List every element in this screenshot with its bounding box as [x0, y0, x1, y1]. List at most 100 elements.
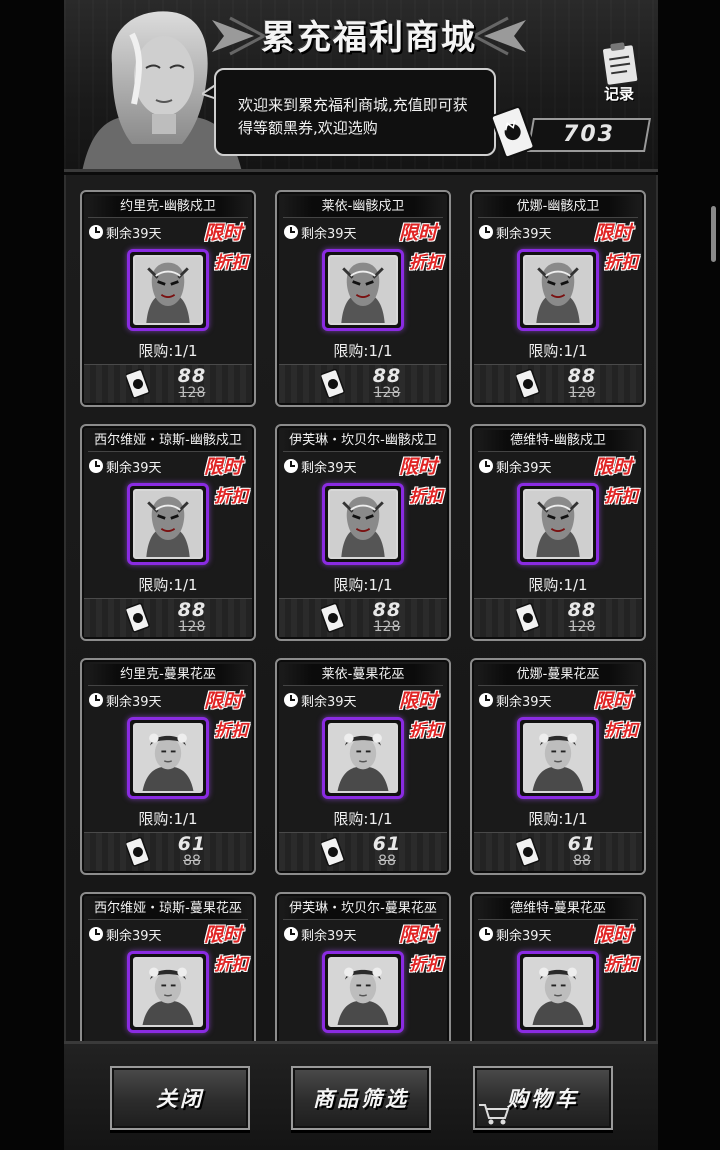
- limited-time-tag: 限时: [398, 222, 437, 244]
- footer-bar: 关闭 商品筛选 购物车: [64, 1041, 658, 1150]
- welcome-speech-bubble: 欢迎来到累充福利商城,充值即可获得等额黑券,欢迎选购: [214, 68, 496, 156]
- discounted-price: 88: [372, 365, 402, 387]
- item-portrait-frame[interactable]: [127, 483, 209, 565]
- time-remaining: 剩余39天: [283, 456, 357, 476]
- time-remaining-text: 剩余39天: [496, 226, 552, 242]
- time-remaining-text: 剩余39天: [106, 460, 162, 476]
- clock-icon: [89, 693, 103, 707]
- item-portrait: [523, 723, 593, 793]
- time-remaining-text: 剩余39天: [106, 226, 162, 242]
- cart-button[interactable]: 购物车: [473, 1066, 613, 1130]
- product-card[interactable]: 优娜-幽骸戍卫 剩余39天 限时 折扣 限购:1/1 88 128: [470, 190, 646, 407]
- price-bar[interactable]: 61 88: [84, 832, 252, 871]
- product-name: 西尔维娅・琼斯-蔓果花巫: [88, 898, 248, 920]
- product-card[interactable]: 约里克-幽骸戍卫 剩余39天 限时 折扣 限购:1/1 88 128: [80, 190, 256, 407]
- limited-time-tag: 限时: [398, 924, 437, 946]
- product-card[interactable]: 西尔维娅・琼斯-蔓果花巫剩余39天限时折扣限购:1/16188: [80, 892, 256, 1041]
- time-remaining: 剩余39天: [478, 456, 552, 476]
- product-card[interactable]: 莱依-幽骸戍卫 剩余39天 限时 折扣 限购:1/1 88 128: [275, 190, 451, 407]
- black-ticket-icon: [126, 603, 150, 633]
- product-name: 德维特-蔓果花巫: [478, 898, 638, 920]
- item-portrait-frame[interactable]: [517, 717, 599, 799]
- time-remaining-text: 剩余39天: [301, 226, 357, 242]
- item-portrait: [523, 255, 593, 325]
- balance-value: 703: [563, 122, 615, 147]
- black-ticket-icon: [321, 603, 345, 633]
- item-portrait-frame[interactable]: [517, 483, 599, 565]
- item-portrait: [328, 957, 398, 1027]
- time-remaining: 剩余39天: [88, 924, 162, 944]
- purchase-limit: 限购:1/1: [333, 810, 393, 828]
- item-portrait-frame[interactable]: [322, 483, 404, 565]
- limited-time-tag: 限时: [398, 690, 437, 712]
- discount-tag: 折扣: [604, 487, 638, 507]
- product-card[interactable]: 伊芙琳・坎贝尔-蔓果花巫剩余39天限时折扣限购:1/16188: [275, 892, 451, 1041]
- time-remaining-text: 剩余39天: [301, 460, 357, 476]
- close-button[interactable]: 关闭: [110, 1066, 250, 1130]
- item-portrait-frame[interactable]: [517, 951, 599, 1033]
- scrollbar[interactable]: [711, 206, 716, 262]
- product-card[interactable]: 德维特-幽骸戍卫 剩余39天 限时 折扣 限购:1/1 88 128: [470, 424, 646, 641]
- black-ticket-icon: [321, 369, 345, 399]
- original-price: 128: [373, 385, 401, 401]
- product-name: 西尔维娅・琼斯-幽骸戍卫: [88, 430, 248, 452]
- price-bar[interactable]: 88 128: [279, 364, 447, 403]
- black-ticket-icon: [516, 369, 540, 399]
- price-bar[interactable]: 61 88: [474, 832, 642, 871]
- price-bar[interactable]: 88 128: [279, 598, 447, 637]
- item-portrait-frame[interactable]: [322, 249, 404, 331]
- original-price: 88: [378, 853, 396, 869]
- product-grid-viewport[interactable]: 约里克-幽骸戍卫 剩余39天 限时 折扣 限购:1/1 88 128 莱依-幽骸戍卫 剩余39天…: [64, 175, 658, 1041]
- clock-icon: [284, 225, 298, 239]
- product-name: 优娜-蔓果花巫: [478, 664, 638, 686]
- product-name: 优娜-幽骸戍卫: [478, 196, 638, 218]
- filter-button[interactable]: 商品筛选: [291, 1066, 431, 1130]
- item-portrait: [133, 957, 203, 1027]
- limited-time-tag: 限时: [203, 690, 242, 712]
- item-portrait-frame[interactable]: [127, 951, 209, 1033]
- purchase-limit: 限购:1/1: [528, 576, 588, 594]
- limited-time-tag: 限时: [203, 456, 242, 478]
- clock-icon: [479, 225, 493, 239]
- ticket-balance: 703: [490, 104, 651, 160]
- discount-tag: 折扣: [214, 253, 248, 273]
- original-price: 128: [568, 619, 596, 635]
- product-card[interactable]: 莱依-蔓果花巫 剩余39天 限时 折扣 限购:1/1 61 88: [275, 658, 451, 875]
- item-portrait: [328, 255, 398, 325]
- clipboard-icon: [601, 42, 640, 86]
- product-card[interactable]: 优娜-蔓果花巫 剩余39天 限时 折扣 限购:1/1 61 88: [470, 658, 646, 875]
- product-card[interactable]: 德维特-蔓果花巫剩余39天限时折扣限购:1/16188: [470, 892, 646, 1041]
- discounted-price: 61: [372, 833, 402, 855]
- price-bar[interactable]: 88 128: [474, 364, 642, 403]
- time-remaining-text: 剩余39天: [301, 928, 357, 944]
- product-card[interactable]: 西尔维娅・琼斯-幽骸戍卫 剩余39天 限时 折扣 限购:1/1 88 128: [80, 424, 256, 641]
- time-remaining-text: 剩余39天: [301, 694, 357, 710]
- item-portrait-frame[interactable]: [322, 951, 404, 1033]
- item-portrait-frame[interactable]: [517, 249, 599, 331]
- discount-tag: 折扣: [409, 487, 443, 507]
- discount-tag: 折扣: [604, 253, 638, 273]
- price-bar[interactable]: 88 128: [474, 598, 642, 637]
- clock-icon: [89, 927, 103, 941]
- discounted-price: 88: [372, 599, 402, 621]
- shop-header: 累充福利商城 欢迎来到累充福利商城,充值即可获得等额黑券,欢迎选购 记录 703: [64, 0, 658, 172]
- product-card[interactable]: 伊芙琳・坎贝尔-幽骸戍卫 剩余39天 限时 折扣 限购:1/1 88 128: [275, 424, 451, 641]
- price-bar[interactable]: 88 128: [84, 598, 252, 637]
- limited-time-tag: 限时: [593, 924, 632, 946]
- price-bar[interactable]: 88 128: [84, 364, 252, 403]
- time-remaining: 剩余39天: [88, 690, 162, 710]
- price-bar[interactable]: 61 88: [279, 832, 447, 871]
- item-portrait-frame[interactable]: [322, 717, 404, 799]
- cart-label: 购物车: [507, 1087, 579, 1111]
- item-portrait-frame[interactable]: [127, 717, 209, 799]
- purchase-limit: 限购:1/1: [138, 342, 198, 360]
- page-title: 累充福利商城: [261, 18, 477, 58]
- clock-icon: [89, 459, 103, 473]
- discount-tag: 折扣: [604, 721, 638, 741]
- item-portrait-frame[interactable]: [127, 249, 209, 331]
- product-card[interactable]: 约里克-蔓果花巫 剩余39天 限时 折扣 限购:1/1 61 88: [80, 658, 256, 875]
- black-ticket-icon: [126, 369, 150, 399]
- original-price: 128: [178, 385, 206, 401]
- record-button[interactable]: 记录: [592, 42, 646, 104]
- discounted-price: 88: [177, 599, 207, 621]
